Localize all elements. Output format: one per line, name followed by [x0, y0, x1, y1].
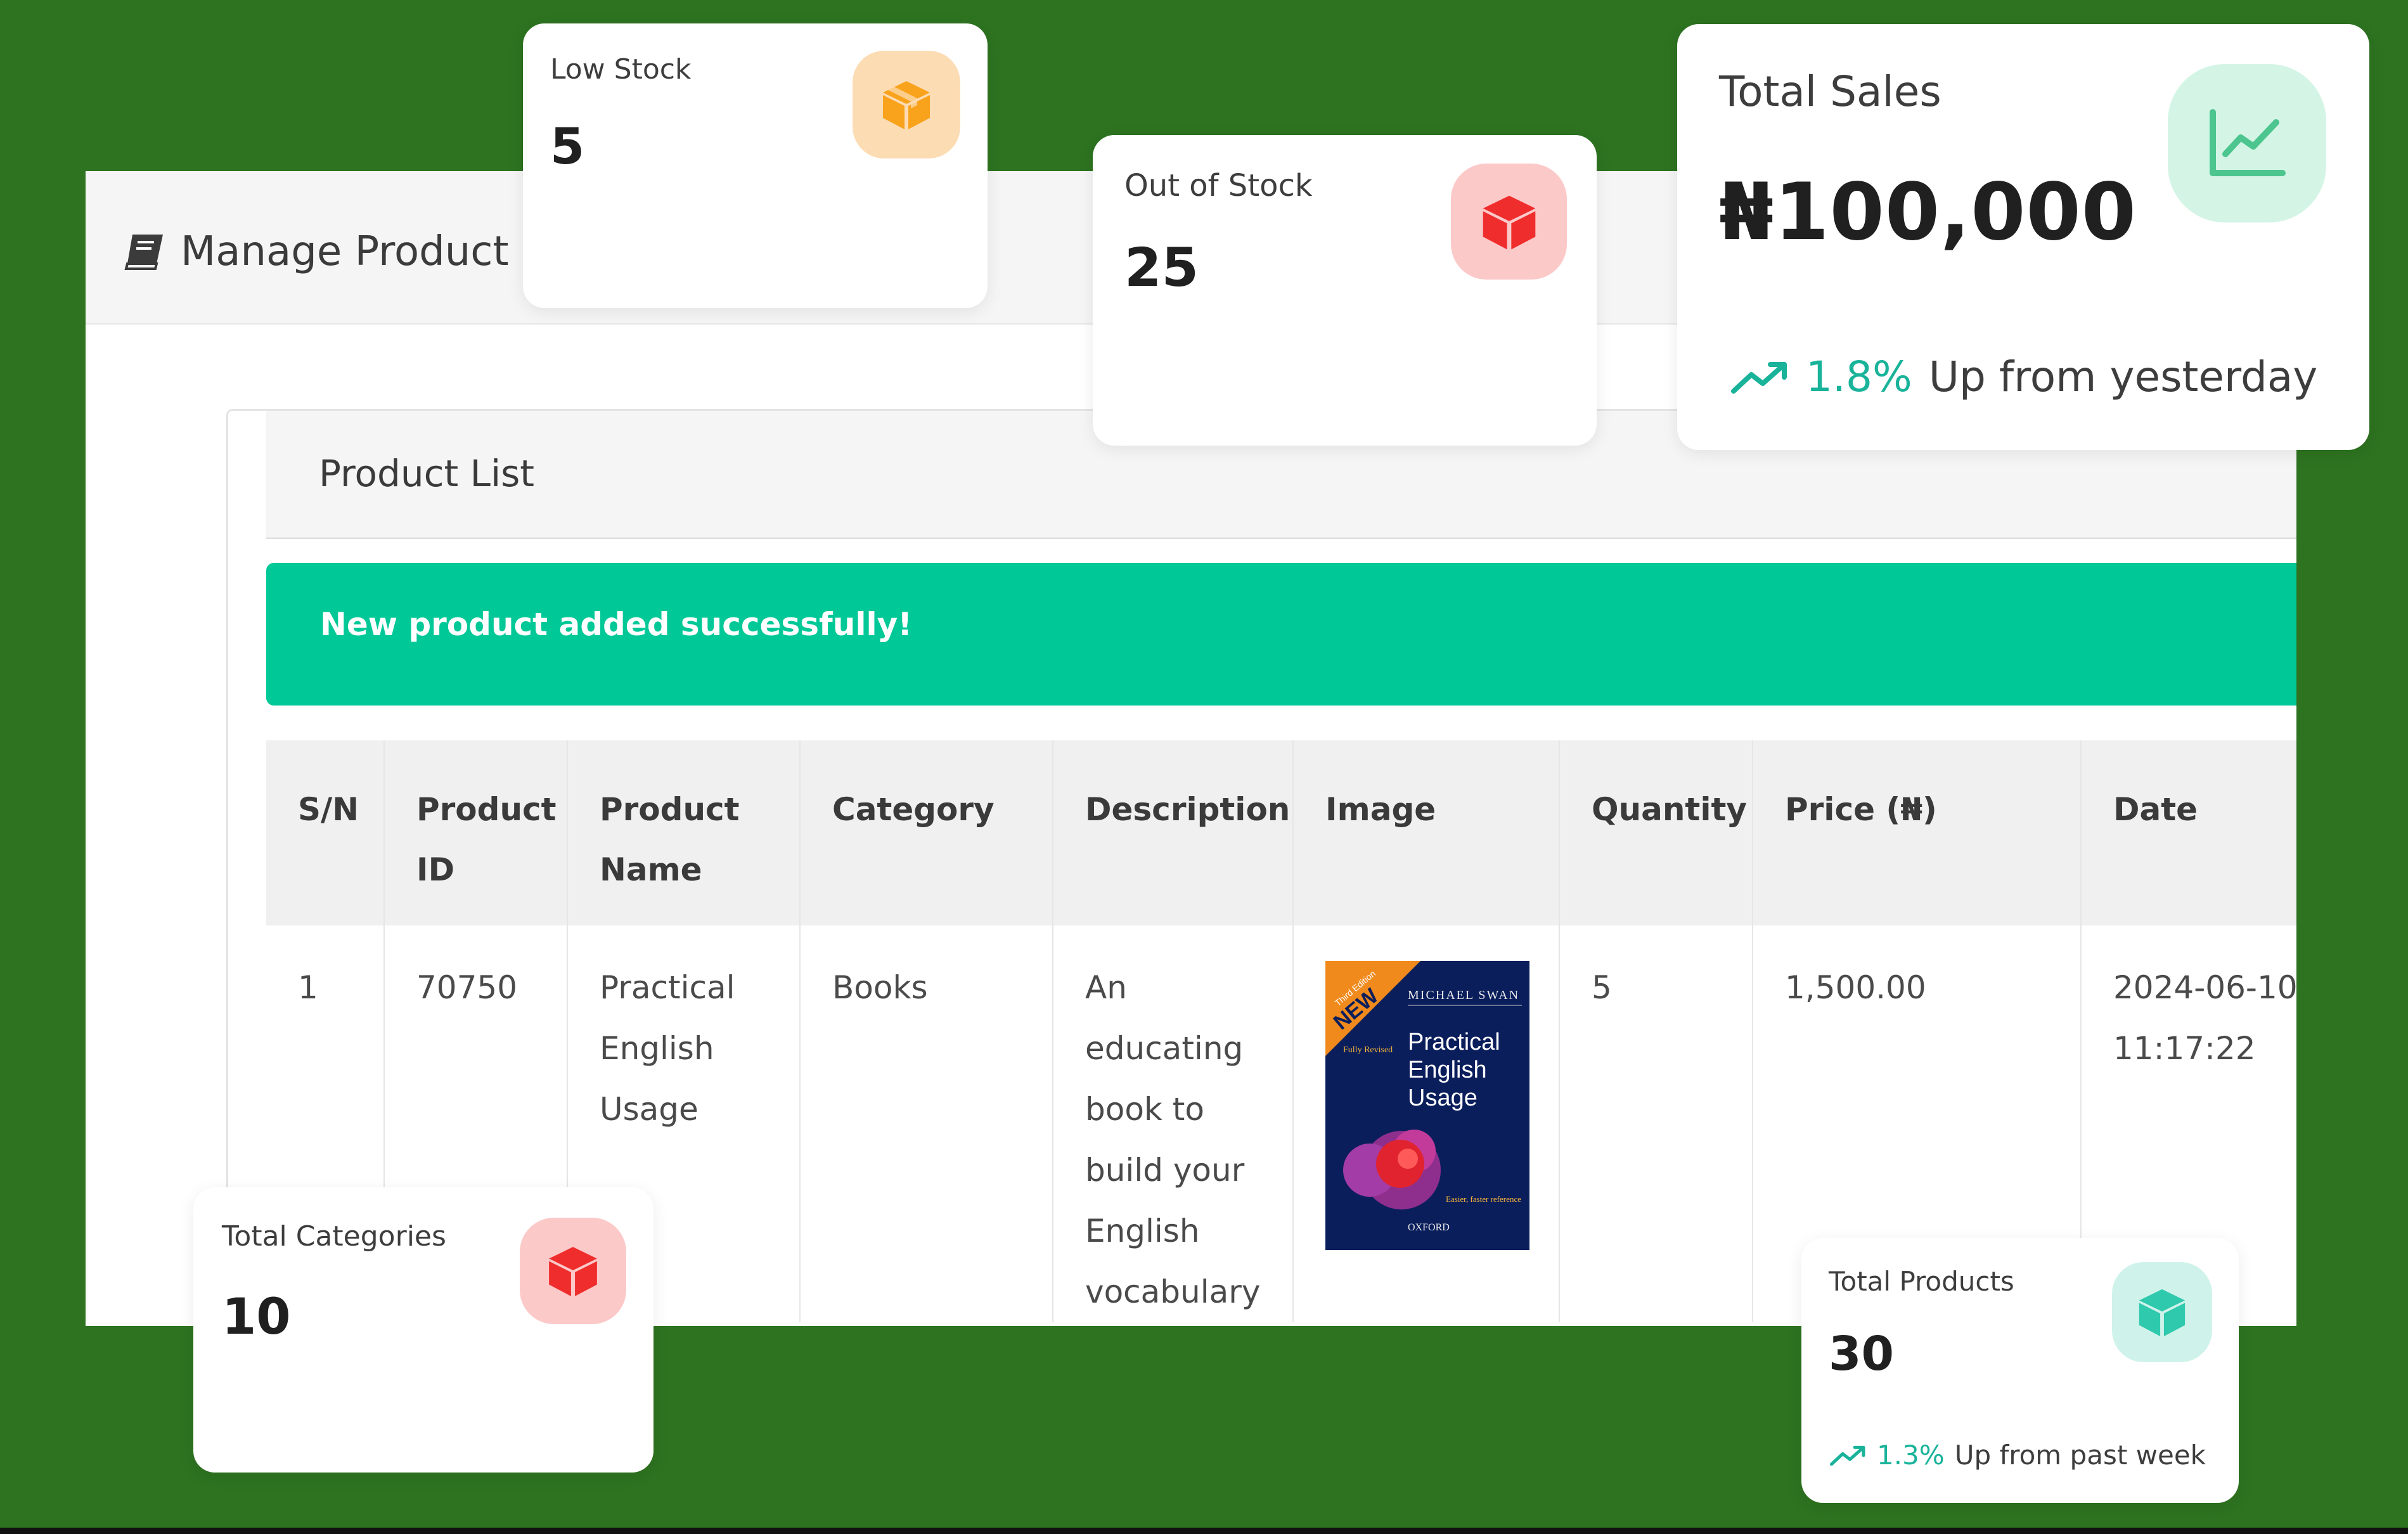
total-sales-label: Total Sales	[1719, 67, 1941, 116]
line-chart-icon	[2210, 109, 2286, 176]
total-products-trend-pct: 1.3%	[1877, 1440, 1945, 1471]
column-header-product-name[interactable]: Product Name	[567, 740, 801, 925]
success-alert-message: New product added successfully!	[320, 606, 913, 643]
trending-up-icon	[1731, 361, 1787, 394]
total-products-trend-text: Up from past week	[1954, 1440, 2206, 1471]
out-of-stock-card[interactable]: Out of Stock 25	[1093, 135, 1597, 446]
box-icon	[2139, 1289, 2186, 1337]
total-categories-card[interactable]: Total Categories 10	[193, 1187, 654, 1473]
book-publisher: OXFORD	[1408, 1222, 1450, 1233]
column-header-price[interactable]: Price (₦)	[1753, 740, 2082, 925]
total-sales-icon-box	[2168, 64, 2326, 222]
cell-description: An educating book to build your English …	[1053, 925, 1294, 1322]
box-icon	[1483, 195, 1535, 250]
total-categories-label: Total Categories	[222, 1220, 446, 1253]
page-title: Manage Product	[124, 228, 509, 275]
column-header-date[interactable]: Date	[2081, 740, 2296, 925]
column-header-quantity[interactable]: Quantity	[1559, 740, 1753, 925]
box-icon	[549, 1247, 597, 1296]
total-categories-icon-box	[520, 1218, 626, 1324]
total-categories-value: 10	[222, 1289, 291, 1346]
total-products-label: Total Products	[1829, 1266, 2014, 1297]
page-title-text: Manage Product	[181, 228, 509, 275]
cell-quantity: 5	[1559, 925, 1753, 1322]
total-sales-card[interactable]: Total Sales ₦100,000 1.8% Up from yester…	[1677, 24, 2369, 450]
table-header-row: S/N Product ID Product Name Category Des…	[266, 740, 2296, 925]
book-icon	[124, 235, 163, 270]
product-image[interactable]: NEW Third Edition MICHAEL SWAN Practical…	[1325, 961, 1529, 1250]
low-stock-icon-box	[853, 51, 960, 158]
trending-up-icon	[1830, 1445, 1865, 1466]
total-products-trend: 1.3% Up from past week	[1830, 1440, 2206, 1471]
book-title-line1: Practical	[1408, 1029, 1500, 1055]
column-header-description[interactable]: Description	[1053, 740, 1294, 925]
column-header-image[interactable]: Image	[1293, 740, 1560, 925]
total-sales-trend: 1.8% Up from yesterday	[1731, 352, 2317, 401]
column-header-category[interactable]: Category	[800, 740, 1053, 925]
book-title-line2: English	[1408, 1057, 1487, 1083]
bottom-edge	[0, 1528, 2408, 1534]
out-of-stock-value: 25	[1124, 236, 1199, 299]
book-author: MICHAEL SWAN	[1408, 988, 1519, 1002]
book-subtitle: Fully Revised	[1343, 1045, 1393, 1055]
low-stock-label: Low Stock	[550, 53, 692, 86]
total-sales-trend-text: Up from yesterday	[1928, 352, 2318, 401]
total-products-value: 30	[1829, 1327, 1894, 1381]
low-stock-value: 5	[550, 119, 585, 176]
cell-category: Books	[800, 925, 1053, 1322]
column-header-sn[interactable]: S/N	[266, 740, 385, 925]
total-products-icon-box	[2112, 1262, 2212, 1362]
book-tagline: Easier, faster reference	[1446, 1194, 1521, 1204]
out-of-stock-icon-box	[1451, 164, 1567, 280]
success-alert: New product added successfully!	[266, 563, 2296, 706]
book-cover-art: NEW Third Edition MICHAEL SWAN Practical…	[1325, 961, 1529, 1250]
book-title-line3: Usage	[1408, 1085, 1478, 1111]
total-sales-value: ₦100,000	[1719, 167, 2137, 258]
cell-image: NEW Third Edition MICHAEL SWAN Practical…	[1293, 925, 1560, 1322]
low-stock-card[interactable]: Low Stock 5	[523, 23, 988, 308]
box-icon	[883, 81, 930, 129]
total-sales-trend-pct: 1.8%	[1806, 352, 1912, 401]
total-products-card[interactable]: Total Products 30 1.3% Up from past week	[1801, 1238, 2239, 1503]
card-title: Product List	[319, 452, 535, 495]
column-header-product-id[interactable]: Product ID	[384, 740, 568, 925]
out-of-stock-label: Out of Stock	[1124, 168, 1313, 203]
